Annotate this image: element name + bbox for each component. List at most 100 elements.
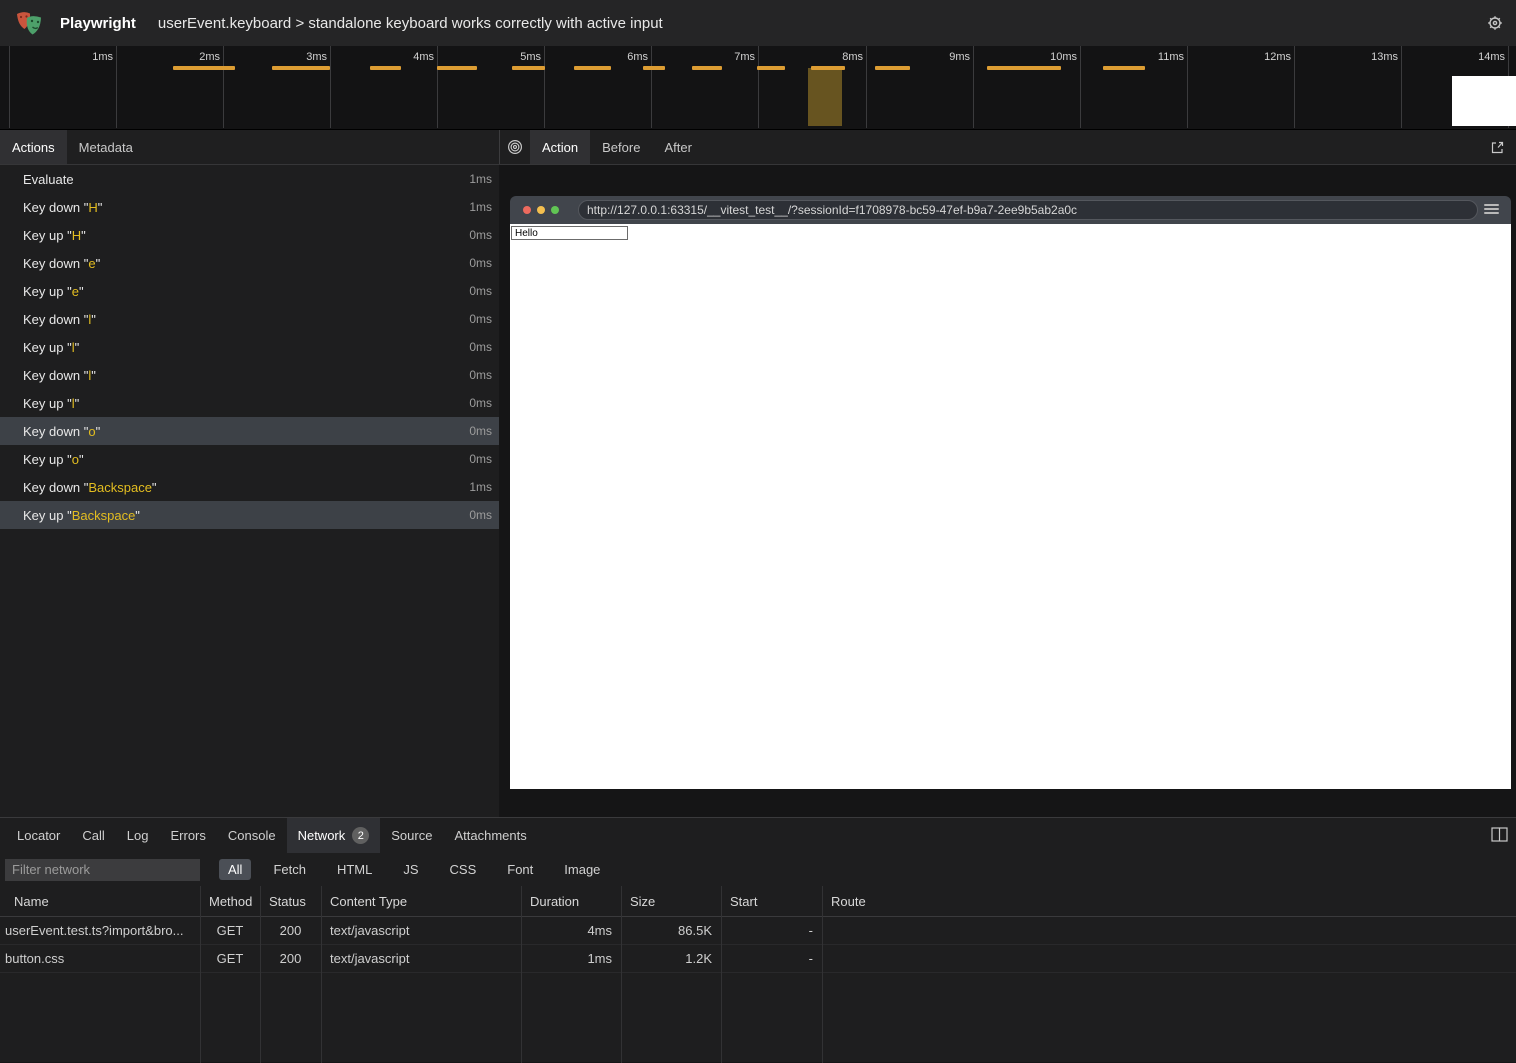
timeline-action-bar — [757, 66, 785, 70]
action-label-suffix: " — [79, 452, 84, 467]
network-filter-chip[interactable]: HTML — [328, 859, 381, 880]
action-label: Key up " — [23, 396, 72, 411]
action-label: Key down " — [23, 200, 88, 215]
request-route — [822, 945, 1516, 972]
request-name: userEvent.test.ts?import&bro... — [0, 917, 200, 944]
bottom-panel: Locator Call Log Errors Console Network … — [0, 817, 1516, 1062]
timeline-tick: 6ms — [651, 46, 652, 128]
traffic-light-yellow-icon — [537, 206, 545, 214]
tab-console[interactable]: Console — [217, 818, 287, 853]
network-filter-chip[interactable]: All — [219, 859, 251, 880]
bottom-tab-bar: Locator Call Log Errors Console Network … — [0, 818, 1516, 853]
timeline-tick: 3ms — [330, 46, 331, 128]
action-label: Key up " — [23, 452, 72, 467]
action-duration: 0ms — [469, 424, 492, 438]
network-filter-chip[interactable]: Font — [498, 859, 542, 880]
action-key-value: Backspace — [88, 480, 152, 495]
network-filter-chip[interactable]: CSS — [441, 859, 486, 880]
network-filter-chip[interactable]: Fetch — [264, 859, 315, 880]
action-key-value: H — [88, 200, 97, 215]
action-row[interactable]: Evaluate 1ms — [0, 165, 499, 193]
timeline-action-bar — [370, 66, 401, 70]
tab-log[interactable]: Log — [116, 818, 160, 853]
request-name: button.css — [0, 945, 200, 972]
action-row[interactable]: Key down "Backspace" 1ms — [0, 473, 499, 501]
split-view-icon[interactable] — [1491, 827, 1508, 842]
action-duration: 0ms — [469, 312, 492, 326]
tab-network-label: Network — [298, 828, 346, 843]
col-name: Name — [0, 886, 200, 916]
pick-locator-target-icon[interactable] — [500, 130, 530, 164]
request-size: 86.5K — [621, 917, 721, 944]
action-duration: 0ms — [469, 368, 492, 382]
request-method: GET — [200, 945, 260, 972]
action-label-suffix: " — [96, 256, 101, 271]
request-method: GET — [200, 917, 260, 944]
action-label: Evaluate — [23, 172, 74, 187]
snapshot-text-input[interactable] — [511, 226, 628, 240]
top-bar: Playwright userEvent.keyboard > standalo… — [0, 0, 1516, 46]
action-row[interactable]: Key up "Backspace" 0ms — [0, 501, 499, 529]
action-label: Key down " — [23, 424, 88, 439]
app-name: Playwright — [60, 15, 136, 32]
action-row[interactable]: Key up "H" 0ms — [0, 221, 499, 249]
tab-errors[interactable]: Errors — [159, 818, 216, 853]
col-start: Start — [721, 886, 822, 916]
tab-source[interactable]: Source — [380, 818, 443, 853]
tab-network[interactable]: Network 2 — [287, 818, 381, 853]
col-route: Route — [822, 886, 1516, 916]
action-label-suffix: " — [91, 368, 96, 383]
snapshot-panel: http://127.0.0.1:63315/__vitest_test__/?… — [500, 165, 1516, 817]
action-row[interactable]: Key down "H" 1ms — [0, 193, 499, 221]
tab-after[interactable]: After — [652, 130, 703, 164]
tab-action[interactable]: Action — [530, 130, 590, 164]
network-count-badge: 2 — [352, 827, 369, 844]
request-route — [822, 917, 1516, 944]
timeline-tick: 5ms — [544, 46, 545, 128]
tab-before[interactable]: Before — [590, 130, 652, 164]
timeline-action-bar — [987, 66, 1061, 70]
timeline-tick: 1ms — [116, 46, 117, 128]
tab-call[interactable]: Call — [71, 818, 115, 853]
action-row[interactable]: Key up "l" 0ms — [0, 389, 499, 417]
tab-actions[interactable]: Actions — [0, 130, 67, 164]
snapshot-page — [510, 224, 1511, 789]
action-duration: 0ms — [469, 284, 492, 298]
snapshot-browser-chrome: http://127.0.0.1:63315/__vitest_test__/?… — [510, 196, 1511, 224]
timeline-action-bar — [272, 66, 330, 70]
action-label: Key up " — [23, 508, 72, 523]
tab-attachments[interactable]: Attachments — [443, 818, 537, 853]
action-row[interactable]: Key up "l" 0ms — [0, 333, 499, 361]
action-row[interactable]: Key down "l" 0ms — [0, 361, 499, 389]
action-label: Key down " — [23, 480, 88, 495]
request-content-type: text/javascript — [321, 917, 521, 944]
action-label-suffix: " — [75, 396, 80, 411]
timeline-selected-range[interactable] — [808, 68, 842, 126]
action-row[interactable]: Key down "o" 0ms — [0, 417, 499, 445]
action-label-suffix: " — [96, 424, 101, 439]
network-request-row[interactable]: userEvent.test.ts?import&bro... GET 200 … — [0, 917, 1516, 945]
action-duration: 1ms — [469, 200, 492, 214]
timeline-strip[interactable]: 1ms 2ms 3ms 4ms 5ms 6ms 7ms — [0, 46, 1516, 130]
network-filter-chip[interactable]: JS — [394, 859, 427, 880]
network-filter-chip[interactable]: Image — [555, 859, 609, 880]
action-duration: 0ms — [469, 396, 492, 410]
tab-locator[interactable]: Locator — [6, 818, 71, 853]
request-status: 200 — [260, 917, 321, 944]
action-duration: 0ms — [469, 340, 492, 354]
settings-gear-icon[interactable] — [1486, 14, 1504, 32]
action-row[interactable]: Key down "e" 0ms — [0, 249, 499, 277]
tab-metadata[interactable]: Metadata — [67, 130, 145, 164]
open-snapshot-external-icon[interactable] — [1482, 130, 1512, 164]
timeline-tick: 10ms — [1080, 46, 1081, 128]
request-start: - — [721, 945, 822, 972]
action-row[interactable]: Key up "e" 0ms — [0, 277, 499, 305]
action-label: Key down " — [23, 368, 88, 383]
traffic-light-red-icon — [523, 206, 531, 214]
request-status: 200 — [260, 945, 321, 972]
action-row[interactable]: Key up "o" 0ms — [0, 445, 499, 473]
network-request-row[interactable]: button.css GET 200 text/javascript 1ms 1… — [0, 945, 1516, 973]
action-label-suffix: " — [98, 200, 103, 215]
network-filter-input[interactable] — [5, 859, 200, 881]
action-row[interactable]: Key down "l" 0ms — [0, 305, 499, 333]
